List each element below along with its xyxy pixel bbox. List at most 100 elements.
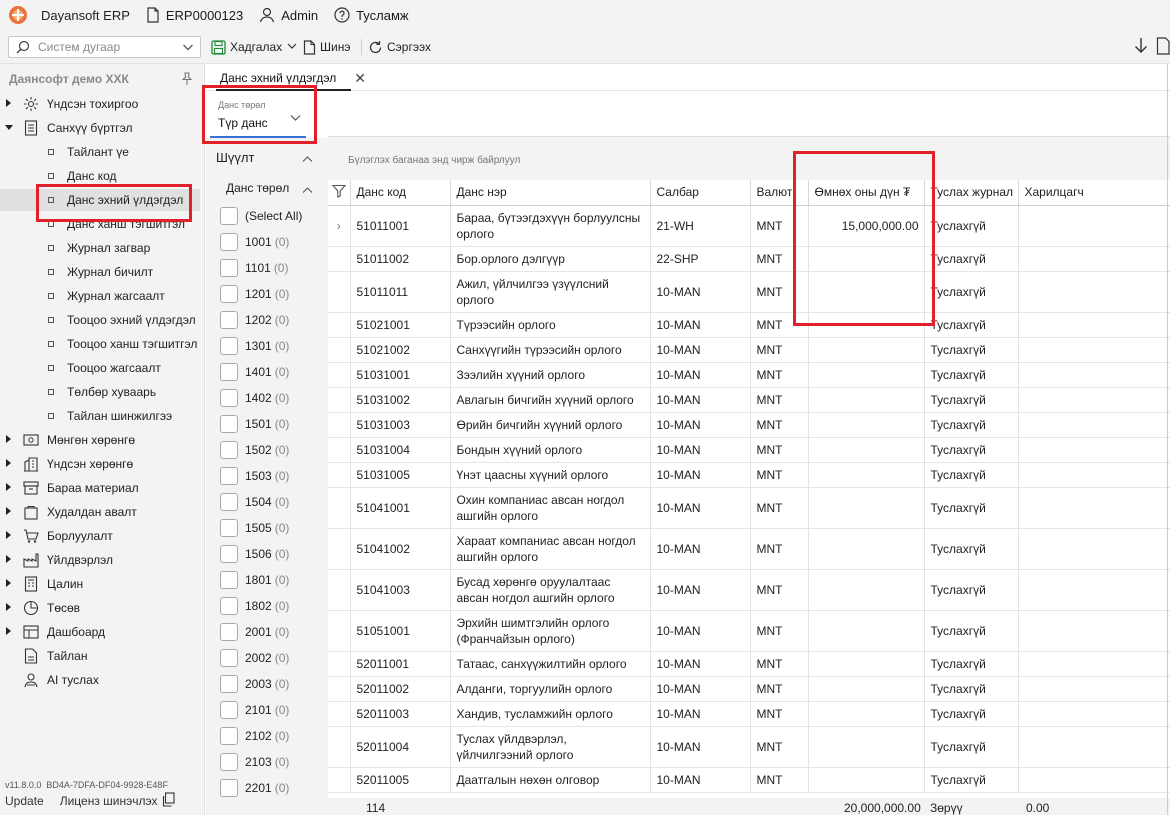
row-expander[interactable] (328, 246, 351, 272)
cell-code[interactable]: 52011002 (350, 676, 451, 702)
cell-journal[interactable]: Туслахгүй (924, 362, 1019, 388)
account-type-dropdown[interactable]: Данс төрөл Түр данс (210, 92, 306, 138)
cell-partner[interactable] (1018, 387, 1170, 413)
cell-prev-amount[interactable] (808, 528, 925, 570)
cell-branch[interactable]: 10-MAN (650, 676, 751, 702)
column-header-currency[interactable]: Валют (750, 180, 809, 206)
row-expander[interactable] (328, 610, 351, 652)
sidebar-item-payroll[interactable]: Цалин (0, 573, 200, 595)
cell-partner[interactable] (1018, 437, 1170, 463)
cell-code[interactable]: 51011002 (350, 246, 451, 272)
checkbox[interactable] (220, 597, 238, 615)
cell-prev-amount[interactable] (808, 412, 925, 438)
cell-code[interactable]: 52011001 (350, 651, 451, 677)
cell-branch[interactable]: 10-MAN (650, 767, 751, 793)
cell-partner[interactable] (1018, 412, 1170, 438)
row-expander[interactable] (328, 387, 351, 413)
cell-journal[interactable]: Туслахгүй (924, 569, 1019, 611)
row-expander[interactable] (328, 569, 351, 611)
expand-arrow-icon[interactable] (6, 531, 11, 539)
cell-name[interactable]: Хандив, тусламжийн орлого (450, 701, 651, 727)
sidebar-item-fx-revaluation[interactable]: Данс ханш тэгшитгэл (0, 213, 200, 235)
sidebar-item-production[interactable]: Үйлдвэрлэл (0, 549, 200, 571)
row-expander[interactable] (328, 337, 351, 363)
cell-journal[interactable]: Туслахгүй (924, 271, 1019, 313)
cell-prev-amount[interactable] (808, 569, 925, 611)
cell-currency[interactable]: MNT (750, 462, 809, 488)
filter-option[interactable]: 1501 (0) (220, 411, 289, 437)
filter-option[interactable]: 1506 (0) (220, 541, 289, 567)
cell-branch[interactable]: 10-MAN (650, 312, 751, 338)
sidebar-item-cash[interactable]: Мөнгөн хөрөнгө (0, 429, 200, 451)
table-row[interactable]: 51031001 Зээлийн хүүний орлого 10-MAN MNT Ту… (328, 362, 1170, 388)
table-row[interactable]: 52011001 Татаас, санхүүжилтийн орлого 10-M… (328, 651, 1170, 677)
filter-header-cell[interactable] (328, 180, 351, 206)
row-expander[interactable] (328, 271, 351, 313)
table-row[interactable]: 51011002 Бор.орлого дэлгүүр 22-SHP MNT Тусла… (328, 246, 1170, 272)
checkbox[interactable] (220, 233, 238, 251)
cell-currency[interactable]: MNT (750, 569, 809, 611)
filter-option[interactable]: 2103 (0) (220, 749, 289, 775)
filter-option[interactable]: 2101 (0) (220, 697, 289, 723)
cell-branch[interactable]: 10-MAN (650, 528, 751, 570)
table-row[interactable]: 51031002 Авлагын бичгийн хүүний орлого 10-… (328, 387, 1170, 413)
filter-option[interactable]: 1504 (0) (220, 489, 289, 515)
column-header-prev-amount[interactable]: Өмнөх оны дүн ₮ (808, 180, 925, 206)
pin-icon[interactable] (181, 72, 193, 89)
cell-branch[interactable]: 10-MAN (650, 387, 751, 413)
cell-partner[interactable] (1018, 726, 1170, 768)
group-by-area[interactable]: Бүлэглэх баганаа энд чирж байрлуул (328, 136, 1170, 180)
cell-journal[interactable]: Туслахгүй (924, 767, 1019, 793)
table-row[interactable]: 51021002 Санхүүгийн түрээсийн орлого 10-MA… (328, 337, 1170, 363)
table-row[interactable]: 52011002 Алданги, торгуулийн орлого 10-MAN… (328, 676, 1170, 702)
cell-currency[interactable]: MNT (750, 767, 809, 793)
filter-option[interactable]: 1502 (0) (220, 437, 289, 463)
checkbox[interactable] (220, 727, 238, 745)
search-box[interactable] (8, 36, 201, 58)
cell-branch[interactable]: 10-MAN (650, 651, 751, 677)
filter-option[interactable]: 2003 (0) (220, 671, 289, 697)
filter-option[interactable]: 1101 (0) (220, 255, 288, 281)
expand-arrow-icon[interactable] (6, 483, 11, 491)
cell-prev-amount[interactable] (808, 701, 925, 727)
cell-currency[interactable]: MNT (750, 676, 809, 702)
cell-partner[interactable] (1018, 701, 1170, 727)
cell-name[interactable]: Эрхийн шимтгэлийн орлого (Франчайзын орл… (450, 610, 651, 652)
export-button[interactable] (1156, 36, 1170, 57)
cell-currency[interactable]: MNT (750, 387, 809, 413)
sidebar-item-finance[interactable]: Санхүү бүртгэл (0, 117, 200, 139)
table-row[interactable]: 51051001 Эрхийн шимтгэлийн орлого (Франча… (328, 610, 1170, 652)
filter-option[interactable]: 1802 (0) (220, 593, 289, 619)
cell-code[interactable]: 51051001 (350, 610, 451, 652)
cell-branch[interactable]: 10-MAN (650, 337, 751, 363)
cell-name[interactable]: Ажил, үйлчилгээ үзүүлсний орлого (450, 271, 651, 313)
cell-code[interactable]: 51011001 (350, 205, 451, 247)
checkbox[interactable] (220, 441, 238, 459)
sidebar-item-settlement-fx[interactable]: Тооцоо ханш тэгшитгэл (0, 333, 200, 355)
column-header-partner[interactable]: Харилцагч (1018, 180, 1170, 206)
checkbox[interactable] (220, 285, 238, 303)
checkbox[interactable] (220, 623, 238, 641)
cell-partner[interactable] (1018, 487, 1170, 529)
table-row[interactable]: 52011005 Даатгалын нөхөн олговор 10-MAN MNT… (328, 767, 1170, 793)
sidebar-item-budget[interactable]: Төсөв (0, 597, 200, 619)
expand-arrow-icon[interactable] (6, 507, 11, 515)
cell-prev-amount[interactable] (808, 487, 925, 529)
table-row[interactable]: 51031004 Бондын хүүний орлого 10-MAN MNT Тус… (328, 437, 1170, 463)
cell-branch[interactable]: 10-MAN (650, 726, 751, 768)
cell-branch[interactable]: 10-MAN (650, 569, 751, 611)
new-button[interactable]: Шинэ (303, 37, 350, 57)
cell-name[interactable]: Бор.орлого дэлгүүр (450, 246, 651, 272)
cell-partner[interactable] (1018, 528, 1170, 570)
cell-code[interactable]: 51031004 (350, 437, 451, 463)
cell-branch[interactable]: 10-MAN (650, 437, 751, 463)
cell-journal[interactable]: Туслахгүй (924, 487, 1019, 529)
filter-option[interactable]: 1801 (0) (220, 567, 289, 593)
sidebar-item-period[interactable]: Тайлант үе (0, 141, 200, 163)
expand-arrow-icon[interactable] (6, 603, 11, 611)
filter-option[interactable]: 2201 (0) (220, 775, 289, 801)
cell-code[interactable]: 51031002 (350, 387, 451, 413)
table-row[interactable]: 51041001 Охин компаниас авсан ногдол ашги… (328, 487, 1170, 529)
cell-code[interactable]: 51041001 (350, 487, 451, 529)
cell-journal[interactable]: Туслахгүй (924, 462, 1019, 488)
